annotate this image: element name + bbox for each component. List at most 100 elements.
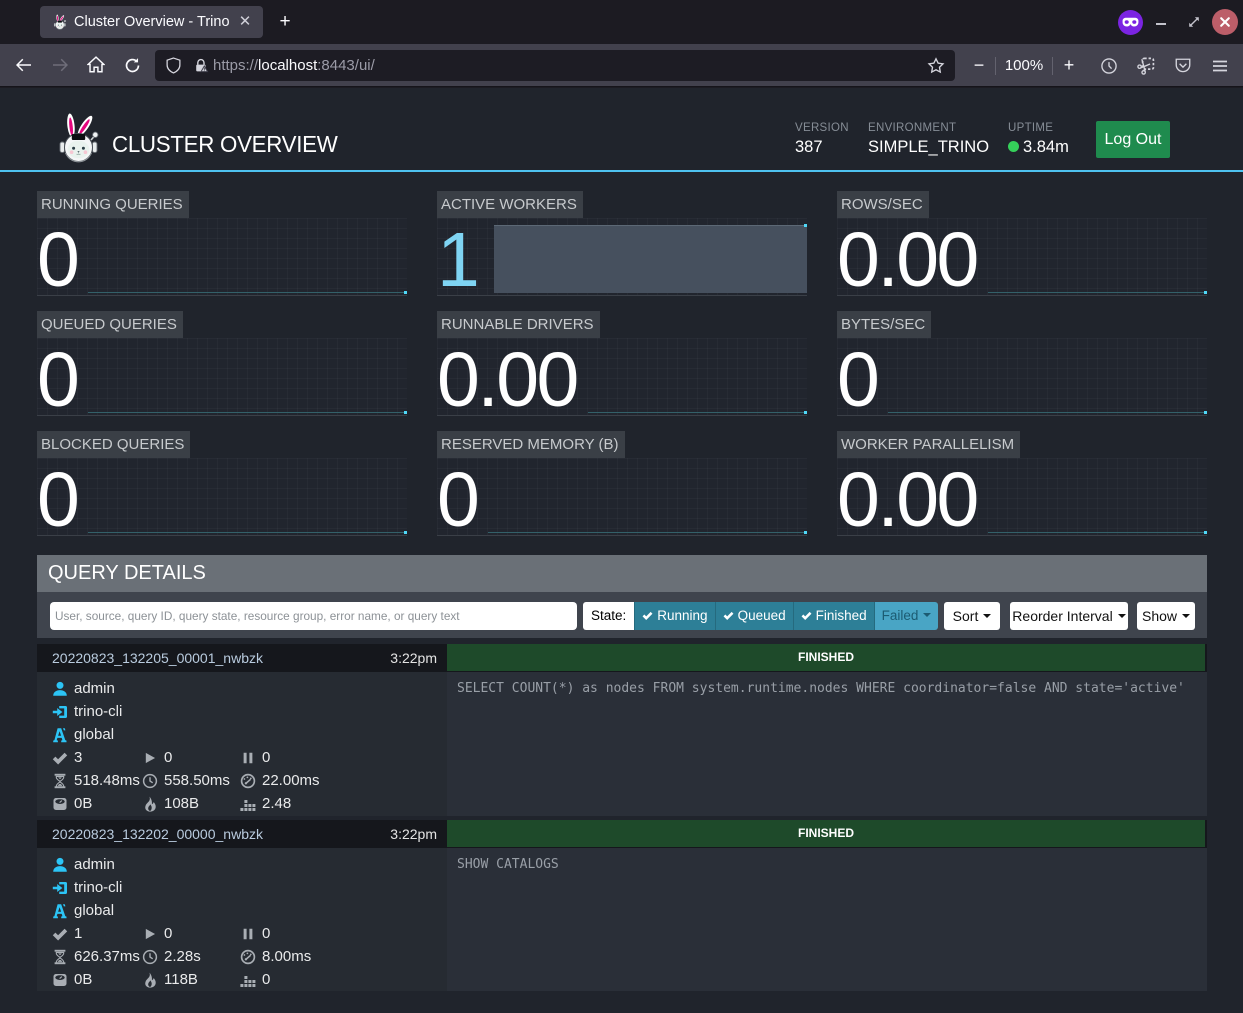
sparkline-dot	[1204, 531, 1207, 534]
query-stat-row: 0B 108B 2.48	[37, 792, 447, 815]
clock-icon	[142, 949, 158, 965]
pocket-icon[interactable]	[1167, 50, 1199, 82]
completed-check-icon	[52, 926, 68, 942]
state-filter-group: State: Running Queued Finished Failed	[583, 602, 938, 630]
query-id-link[interactable]: 20220823_132205_00001_nwbzk	[52, 650, 263, 666]
zoom-level[interactable]: 100%	[996, 57, 1052, 75]
tile-label: BYTES/SEC	[837, 311, 931, 339]
query-toolbar: State: Running Queued Finished Failed So…	[37, 592, 1207, 638]
tab-close-icon[interactable]: ✕	[235, 12, 255, 32]
clock-icon	[142, 773, 158, 789]
query-stat-row: 3 0 0	[37, 746, 447, 769]
sparkline-plot: 1	[437, 218, 807, 296]
show-dropdown[interactable]: Show	[1137, 602, 1195, 630]
reorder-interval-dropdown[interactable]: Reorder Interval	[1010, 602, 1128, 630]
parallelism: 2.48	[262, 795, 291, 812]
url-bar[interactable]: https://localhost:8443/ui/	[155, 50, 955, 81]
tile-label: RUNNABLE DRIVERS	[437, 311, 600, 339]
maximize-icon	[1186, 14, 1202, 30]
query-details-title: QUERY DETAILS	[37, 555, 1207, 592]
tile-value: 0.00	[437, 342, 577, 419]
tile-value: 0.00	[837, 462, 977, 539]
sparkline-line	[88, 532, 407, 533]
state-finished-button[interactable]: Finished	[793, 602, 874, 630]
sparkline-dot	[404, 531, 407, 534]
close-icon	[1219, 16, 1231, 28]
stat-tile-running-queries: RUNNING QUERIES 0	[37, 191, 407, 296]
query-sql-preview: SHOW CATALOGS	[447, 848, 1207, 991]
window-close-button[interactable]	[1212, 9, 1238, 35]
current-memory: 0B	[74, 795, 92, 812]
query-sql-preview: SELECT COUNT(*) as nodes FROM system.run…	[447, 672, 1207, 816]
url-text[interactable]: https://localhost:8443/ui/	[213, 57, 927, 74]
state-failed-dropdown[interactable]: Failed	[874, 602, 939, 630]
back-button[interactable]	[8, 49, 40, 81]
environment-value: SIMPLE_TRINO	[868, 138, 989, 157]
state-running-button[interactable]: Running	[634, 602, 714, 630]
zoom-out-button[interactable]: −	[963, 50, 995, 82]
query-stat-row: 626.37ms 2.28s 8.00ms	[37, 945, 447, 968]
query-resource-group: global	[74, 902, 114, 919]
completed-splits: 1	[74, 925, 82, 942]
zoom-in-button[interactable]: +	[1053, 50, 1085, 82]
tile-label: ROWS/SEC	[837, 191, 929, 219]
trino-favicon	[52, 14, 68, 30]
window-minimize-button[interactable]	[1146, 7, 1176, 37]
browser-navbar: https://localhost:8443/ui/ − 100% +	[0, 44, 1243, 87]
resource-group-font-icon	[52, 727, 68, 743]
window-maximize-button[interactable]	[1179, 7, 1209, 37]
sparkline-plot: 0.00	[837, 218, 1207, 296]
uptime-label: UPTIME	[1008, 122, 1069, 134]
sparkline-line	[888, 412, 1207, 413]
query-header: 20220823_132205_00001_nwbzk 3:22pm FINIS…	[37, 644, 1207, 672]
version-meta: VERSION 387	[795, 122, 849, 157]
query-resource-group: global	[74, 726, 114, 743]
hourglass-icon	[52, 773, 68, 789]
query-stat-row: 0B 118B 0	[37, 968, 447, 991]
stat-tile-bytes-sec: BYTES/SEC 0	[837, 311, 1207, 416]
browser-tab-bar: Cluster Overview - Trino ✕ +	[0, 0, 1243, 44]
tile-value: 0	[37, 342, 77, 419]
history-clock-icon[interactable]	[1093, 50, 1125, 82]
sparkline-plot: 0.00	[837, 458, 1207, 536]
sparkline-line	[988, 292, 1207, 293]
reload-button[interactable]	[116, 49, 148, 81]
completed-splits: 3	[74, 749, 82, 766]
memory-scale-icon	[52, 796, 68, 812]
bookmark-star-icon[interactable]	[927, 57, 945, 75]
sparkline-plot: 0	[437, 458, 807, 536]
check-icon	[723, 610, 734, 621]
sparkline-line	[88, 412, 407, 413]
stat-tile-queued-queries: QUEUED QUERIES 0	[37, 311, 407, 416]
lock-warning-icon[interactable]	[193, 58, 209, 74]
query-body: admin trino-cli global 3 0 0 518.48ms 55…	[37, 672, 1207, 816]
stat-tile-reserved-memory: RESERVED MEMORY (B) 0	[437, 431, 807, 536]
check-icon	[801, 610, 812, 621]
new-tab-button[interactable]: +	[271, 8, 299, 36]
fire-icon	[142, 972, 158, 988]
version-value: 387	[795, 138, 849, 157]
menu-hamburger-icon[interactable]	[1204, 50, 1236, 82]
parallelism-chart-icon	[240, 796, 256, 812]
tab-title: Cluster Overview - Trino	[74, 14, 235, 30]
home-button[interactable]	[80, 49, 112, 81]
query-status-bar: FINISHED	[447, 820, 1205, 847]
total-time: 558.50ms	[164, 772, 230, 789]
logout-button[interactable]: Log Out	[1096, 121, 1170, 158]
sort-dropdown[interactable]: Sort	[944, 602, 1000, 630]
current-memory: 0B	[74, 971, 92, 988]
sparkline-dot	[404, 291, 407, 294]
query-search-input[interactable]	[50, 602, 577, 630]
screenshot-icon[interactable]	[1130, 50, 1162, 82]
query-id-link[interactable]: 20220823_132202_00000_nwbzk	[52, 826, 263, 842]
query-stat-row: 518.48ms 558.50ms 22.00ms	[37, 769, 447, 792]
state-queued-button[interactable]: Queued	[715, 602, 793, 630]
tile-value: 0	[437, 462, 477, 539]
running-play-icon	[142, 927, 158, 941]
query-header: 20220823_132202_00000_nwbzk 3:22pm FINIS…	[37, 820, 1207, 848]
tile-label: BLOCKED QUERIES	[37, 431, 190, 459]
tracking-shield-icon[interactable]	[165, 57, 182, 74]
browser-tab[interactable]: Cluster Overview - Trino ✕	[40, 6, 263, 38]
window-controls	[1118, 0, 1238, 44]
forward-button[interactable]	[44, 49, 76, 81]
